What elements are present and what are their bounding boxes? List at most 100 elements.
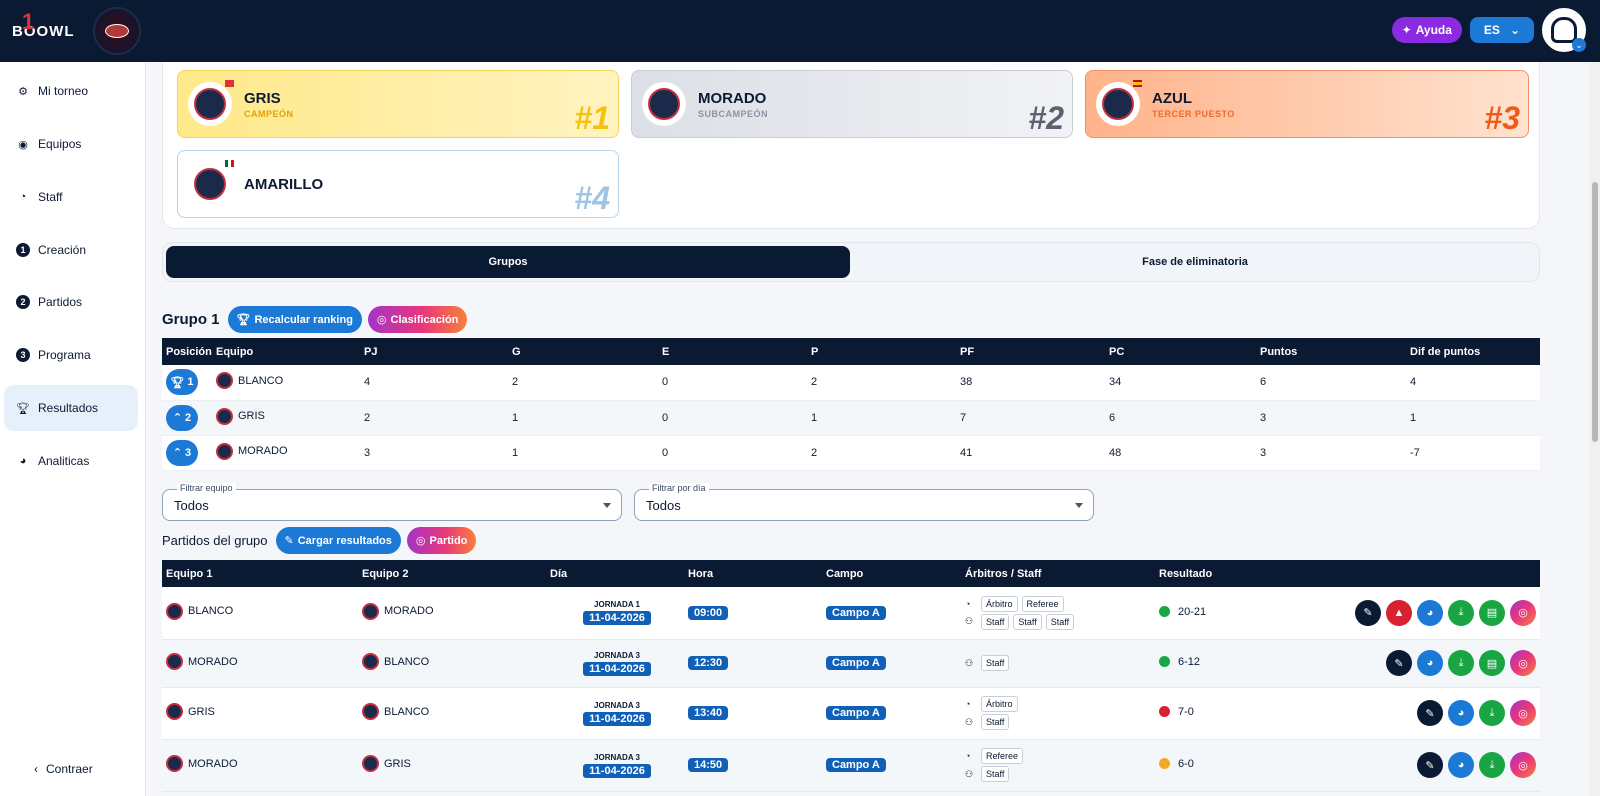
result-cell: 7-0 bbox=[1159, 706, 1194, 718]
podium-second[interactable]: MORADO SUBCAMPEÓN #2 bbox=[631, 70, 1073, 138]
result-cell: 6-12 bbox=[1159, 656, 1200, 668]
stats-button[interactable]: ◕ bbox=[1417, 599, 1443, 626]
podium-fourth[interactable]: AMARILLO #4 bbox=[177, 150, 619, 218]
scrollbar-thumb[interactable] bbox=[1592, 182, 1598, 442]
flag-icon bbox=[1133, 80, 1142, 87]
main-content: GRIS CAMPEÓN #1 MORADO SUBCAMPEÓN #2 AZUL T… bbox=[146, 62, 1564, 796]
download-button[interactable]: ⤓ bbox=[1479, 700, 1505, 726]
sidebar-item-label: Equipos bbox=[38, 137, 82, 151]
time-badge: 13:40 bbox=[688, 706, 729, 720]
step-1-icon: 1 bbox=[16, 243, 30, 257]
sidebar-item-programa[interactable]: 3 Programa bbox=[4, 332, 138, 378]
instagram-button[interactable]: ◎ bbox=[1510, 650, 1536, 676]
table-row: BLANCO MORADO JORNADA 1 11-04-2026 09:00 … bbox=[162, 587, 1540, 640]
download-button[interactable]: ⤓ bbox=[1448, 599, 1474, 626]
trophy-icon: 🏆︎ bbox=[170, 376, 185, 389]
stats-button[interactable]: ◕ bbox=[1417, 650, 1443, 676]
instagram-button[interactable]: ◎ bbox=[1510, 599, 1536, 626]
column-header: Resultado bbox=[1155, 560, 1325, 587]
collapse-sidebar-button[interactable]: ‹ Contraer bbox=[34, 762, 93, 776]
user-avatar[interactable]: ⌄ bbox=[1542, 8, 1586, 52]
podium-team-name: GRIS bbox=[244, 89, 281, 107]
sidebar-item-staff[interactable]: ◔ Staff bbox=[4, 174, 138, 220]
team-name: BLANCO bbox=[188, 605, 234, 618]
matches-title: Partidos del grupo bbox=[162, 533, 268, 548]
podium-third[interactable]: AZUL TERCER PUESTO #3 bbox=[1085, 70, 1529, 138]
status-dot bbox=[1159, 606, 1170, 617]
instagram-button[interactable]: ◎ bbox=[1510, 700, 1536, 726]
status-dot bbox=[1159, 706, 1170, 718]
podium-first[interactable]: GRIS CAMPEÓN #1 bbox=[177, 70, 619, 138]
cell-pc: 6 bbox=[1105, 400, 1256, 436]
standings-header: Posición Equipo PJ G E P PF PC Puntos Di… bbox=[162, 338, 1540, 365]
team-cell: MORADO bbox=[166, 653, 238, 670]
top-bar: 1 BOOWL ✦ Ayuda ES ⌄ ⌄ bbox=[0, 0, 1600, 62]
podium-rank: #1 bbox=[574, 100, 610, 136]
cell-pj: 2 bbox=[360, 400, 508, 436]
position-value: 1 bbox=[187, 376, 194, 389]
group-header: Grupo 1 🏆︎ Recalcular ranking ◎ Clasificac… bbox=[162, 306, 468, 333]
team-name: MORADO bbox=[188, 655, 238, 668]
staff-line: ⚇ Staff bbox=[965, 766, 1155, 782]
staff-line: ⚇ Staff bbox=[965, 655, 1155, 671]
day-filter-select[interactable]: Filtrar por día Todos bbox=[634, 483, 1094, 521]
stats-button[interactable]: ◕ bbox=[1448, 752, 1474, 778]
page-scrollbar[interactable] bbox=[1590, 62, 1600, 796]
referee-chip: Referee bbox=[981, 748, 1024, 764]
help-button[interactable]: ✦ Ayuda bbox=[1391, 17, 1462, 43]
trophy-icon: 🏆︎ bbox=[236, 314, 251, 326]
sidebar-item-partidos[interactable]: 2 Partidos bbox=[4, 279, 138, 325]
sidebar-item-mi-torneo[interactable]: ⚙ Mi torneo bbox=[4, 68, 138, 114]
download-button[interactable]: ⤓ bbox=[1479, 752, 1505, 778]
cell-diff: 4 bbox=[1406, 365, 1540, 401]
document-button[interactable]: ▤ bbox=[1479, 650, 1505, 676]
tab-grupos[interactable]: Grupos bbox=[166, 246, 850, 278]
person-icon: ⚇ bbox=[965, 716, 974, 727]
sidebar-item-equipos[interactable]: ◉ Equipos bbox=[4, 121, 138, 167]
jornada-label: JORNADA 1 bbox=[594, 600, 640, 610]
time-badge: 09:00 bbox=[688, 605, 729, 620]
edit-button[interactable]: ✎ bbox=[1386, 650, 1412, 676]
team-filter-select[interactable]: Filtrar equipo Todos bbox=[162, 483, 622, 521]
edit-button[interactable]: ✎ bbox=[1417, 752, 1443, 778]
team-cell: BLANCO bbox=[166, 602, 234, 620]
day-cell: JORNADA 3 11-04-2026 bbox=[550, 701, 684, 726]
cell-p: 2 bbox=[807, 435, 956, 471]
column-header: Dif de puntos bbox=[1406, 338, 1540, 365]
person-icon: ⚇ bbox=[965, 768, 974, 779]
sidebar-item-resultados[interactable]: 🏆︎ Resultados bbox=[4, 385, 138, 431]
recalculate-ranking-button[interactable]: 🏆︎ Recalcular ranking bbox=[227, 306, 362, 333]
alert-button[interactable]: ▲ bbox=[1386, 599, 1412, 626]
sidebar-item-analiticas[interactable]: ◕ Analiticas bbox=[4, 438, 138, 484]
match-instagram-button[interactable]: ◎ Partido bbox=[406, 527, 477, 554]
tab-fase-eliminatoria[interactable]: Fase de eliminatoria bbox=[853, 246, 1537, 278]
team-cell: BLANCO bbox=[216, 372, 283, 390]
flag-icon bbox=[225, 160, 234, 167]
language-select[interactable]: ES ⌄ bbox=[1469, 17, 1534, 43]
date-badge: 11-04-2026 bbox=[583, 711, 651, 726]
edit-button[interactable]: ✎ bbox=[1417, 700, 1443, 726]
button-label: Clasificación bbox=[390, 313, 459, 326]
sidebar-item-creacion[interactable]: 1 Creación bbox=[4, 227, 138, 273]
download-button[interactable]: ⤓ bbox=[1448, 650, 1474, 676]
sidebar-item-label: Analiticas bbox=[38, 454, 90, 468]
classification-instagram-button[interactable]: ◎ Clasificación bbox=[367, 306, 468, 333]
standings-table: Posición Equipo PJ G E P PF PC Puntos Di… bbox=[162, 338, 1540, 471]
referee-chip: Árbitro bbox=[981, 595, 1018, 612]
instagram-icon: ◎ bbox=[415, 535, 426, 547]
document-button[interactable]: ▤ bbox=[1479, 599, 1505, 626]
matches-header-row: Equipo 1 Equipo 2 Día Hora Campo Árbitro… bbox=[162, 560, 1540, 587]
load-results-button[interactable]: ✎ Cargar resultados bbox=[275, 527, 401, 554]
column-header: Equipo 1 bbox=[162, 560, 358, 587]
date-badge: 11-04-2026 bbox=[583, 763, 651, 778]
edit-button[interactable]: ✎ bbox=[1355, 599, 1381, 626]
stats-button[interactable]: ◕ bbox=[1448, 700, 1474, 726]
instagram-button[interactable]: ◎ bbox=[1510, 752, 1536, 778]
jornada-label: JORNADA 3 bbox=[594, 650, 640, 660]
brand-logo[interactable]: 1 BOOWL bbox=[12, 7, 141, 55]
team-cell: BLANCO bbox=[362, 653, 429, 670]
help-label: Ayuda bbox=[1415, 23, 1452, 37]
team-logo bbox=[188, 160, 234, 206]
status-dot bbox=[1159, 656, 1170, 668]
caret-down-icon bbox=[603, 503, 611, 508]
